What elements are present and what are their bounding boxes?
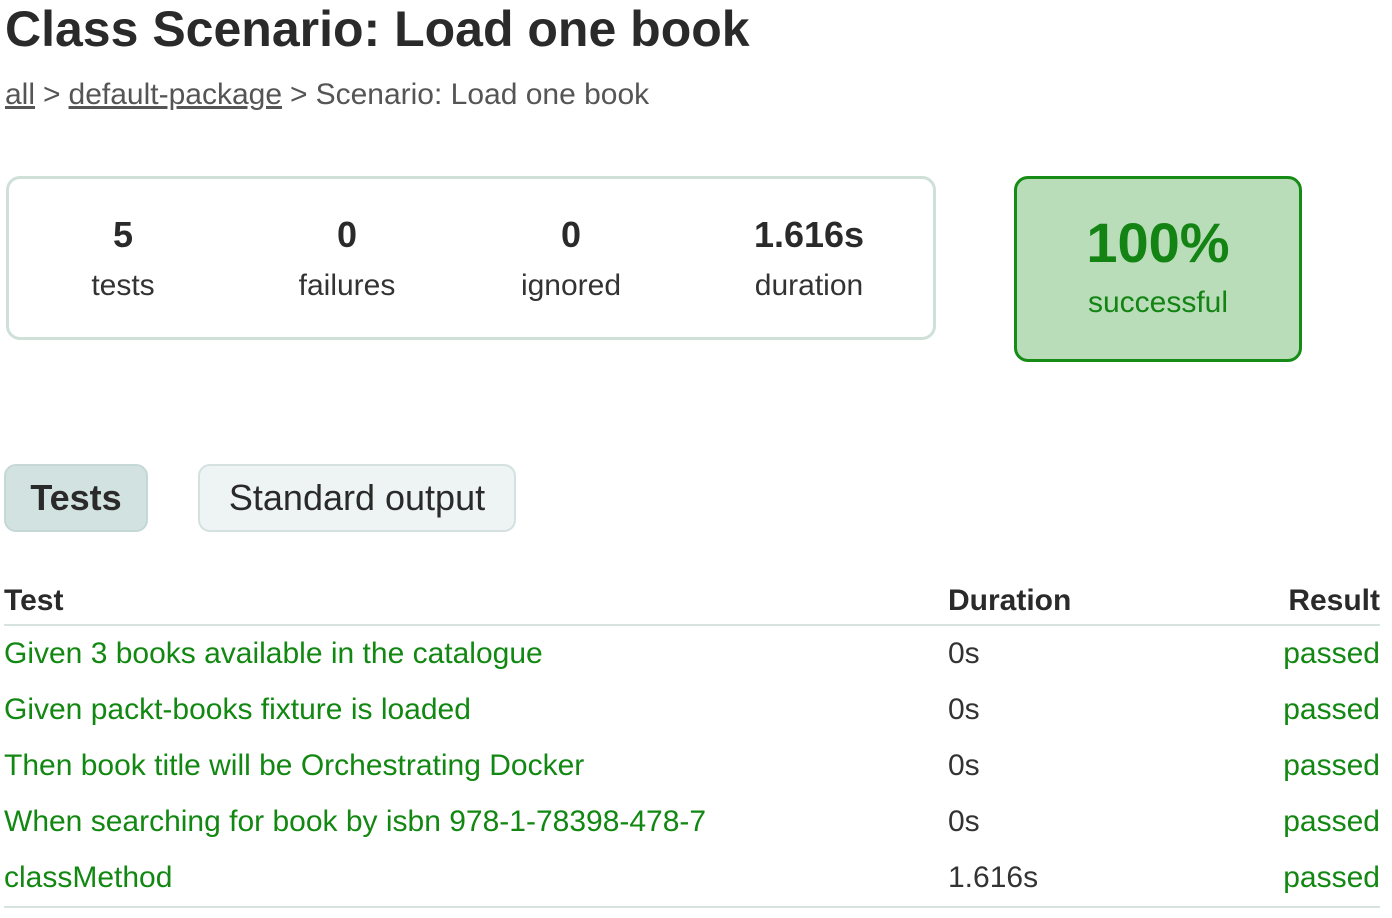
test-name-link[interactable]: Given packt-books fixture is loaded (4, 682, 948, 738)
test-name-link[interactable]: When searching for book by isbn 978-1-78… (4, 794, 948, 850)
test-duration: 1.616s (948, 850, 1254, 908)
duration-value: 1.616s (753, 214, 865, 255)
summary-box: 5 tests 0 failures 0 ignored 1.616s dura… (6, 176, 936, 340)
success-rate-value: 100% (1086, 211, 1230, 274)
table-row: Then book title will be Orchestrating Do… (4, 738, 1380, 794)
breadcrumb-current: Scenario: Load one book (315, 78, 650, 111)
column-header-duration: Duration (948, 578, 1254, 626)
tests-count: 5 (112, 214, 134, 255)
breadcrumb: all > default-package > Scenario: Load one b… (5, 76, 649, 114)
test-duration: 0s (948, 749, 980, 782)
test-result: passed (1283, 749, 1380, 782)
page-title: Class Scenario: Load one book (5, 1, 750, 57)
table-header-row: Test Duration Result (4, 578, 1380, 626)
breadcrumb-separator: > (43, 78, 61, 111)
test-duration: 0s (948, 693, 980, 726)
table-row: Given packt-books fixture is loaded 0s p… (4, 682, 1380, 738)
tests-label: tests (91, 269, 155, 302)
table-row: Given 3 books available in the catalogue… (4, 625, 1380, 682)
ignored-counter: 0 ignored (471, 213, 671, 305)
test-results-table: Test Duration Result Given 3 books avail… (4, 578, 1380, 908)
test-name-link[interactable]: classMethod (4, 850, 948, 908)
test-result: passed (1254, 850, 1380, 908)
test-duration: 0s (948, 805, 980, 838)
breadcrumb-link-package[interactable]: default-package (69, 78, 283, 111)
tests-counter: 5 tests (23, 213, 223, 305)
column-header-result: Result (1254, 578, 1380, 626)
duration-counter: 1.616s duration (709, 213, 909, 305)
test-name-link[interactable]: Given 3 books available in the catalogue (4, 625, 948, 682)
ignored-count: 0 (560, 214, 582, 255)
success-rate-box: 100% successful (1014, 176, 1302, 362)
success-rate-label: successful (1087, 286, 1229, 319)
table-row: When searching for book by isbn 978-1-78… (4, 794, 1380, 850)
column-header-test: Test (4, 578, 948, 626)
tab-standard-output[interactable]: Standard output (198, 464, 516, 532)
failures-counter: 0 failures (247, 213, 447, 305)
duration-label: duration (754, 269, 864, 302)
test-result: passed (1283, 805, 1380, 838)
failures-count: 0 (336, 214, 358, 255)
test-name-link[interactable]: Then book title will be Orchestrating Do… (4, 738, 948, 794)
breadcrumb-separator: > (290, 78, 308, 111)
tab-tests[interactable]: Tests (4, 464, 148, 532)
test-report-page: Class Scenario: Load one book all > defaul… (0, 0, 1392, 918)
test-duration: 0s (948, 637, 980, 670)
table-row: classMethod 1.616s passed (4, 850, 1380, 908)
test-result: passed (1283, 693, 1380, 726)
breadcrumb-link-all[interactable]: all (5, 78, 35, 111)
ignored-label: ignored (520, 269, 622, 302)
failures-label: failures (298, 269, 396, 302)
test-result: passed (1283, 637, 1380, 670)
